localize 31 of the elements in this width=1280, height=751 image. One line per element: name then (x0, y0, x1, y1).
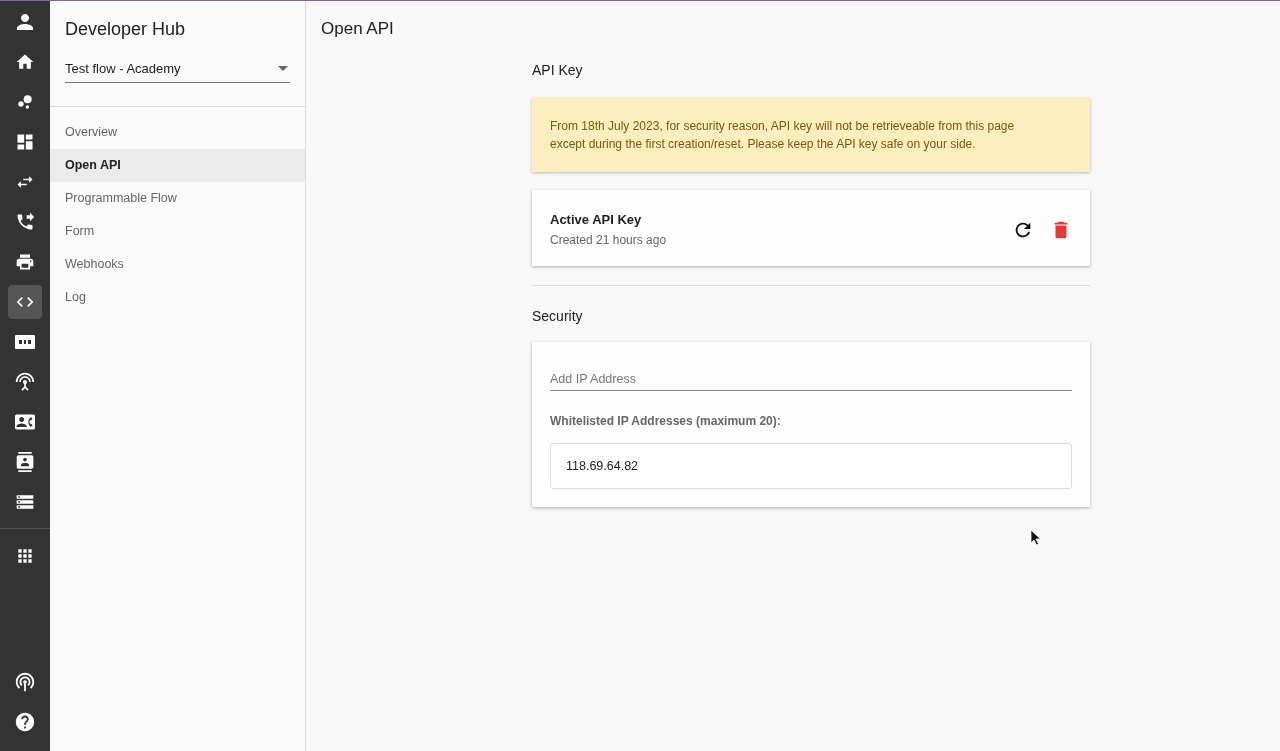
phone-icon (15, 212, 35, 232)
sidebar-title: Developer Hub (65, 19, 187, 40)
ip-address-field[interactable]: Add IP Address (550, 368, 1072, 391)
sidebar-item[interactable]: Log (50, 281, 305, 314)
sidebar-item[interactable]: Open API (50, 149, 305, 182)
warning-notice: From 18th July 2023, for security reason, API key will not be retrieveable from this page except during the first creation/reset. Please keep the API key safe on your side. (532, 98, 1090, 172)
rail-button[interactable] (8, 285, 42, 319)
contact-card-icon (15, 452, 35, 472)
dashboard-icon (15, 132, 35, 152)
help-icon (14, 711, 36, 733)
printer-icon (15, 252, 35, 272)
page-title: Open API (321, 19, 395, 39)
sidebar-item[interactable]: Form (50, 215, 305, 248)
caret-icon (278, 65, 288, 71)
broadcast-icon (14, 671, 36, 693)
antenna-icon (15, 372, 35, 392)
sidebar-item[interactable]: Overview (50, 116, 305, 149)
ip-address-entry: 118.69.64.82 (550, 443, 1072, 489)
section-heading: Security (532, 308, 584, 324)
key-title: Active API Key (550, 212, 643, 227)
whitelist-label: Whitelisted IP Addresses (maximum 20): (550, 414, 782, 428)
key-subtitle: Created 21 hours ago (550, 233, 668, 247)
apps-grid-icon (15, 546, 35, 566)
cursor-icon (1030, 529, 1042, 546)
sidebar-item[interactable]: Programmable Flow (50, 182, 305, 215)
sidebar-item[interactable]: Webhooks (50, 248, 305, 281)
home-icon (15, 52, 35, 72)
circles-icon (15, 92, 35, 112)
server-icon (15, 492, 35, 512)
flow-select[interactable]: Test flow - Academy (65, 54, 290, 83)
section-heading: API Key (532, 62, 584, 78)
